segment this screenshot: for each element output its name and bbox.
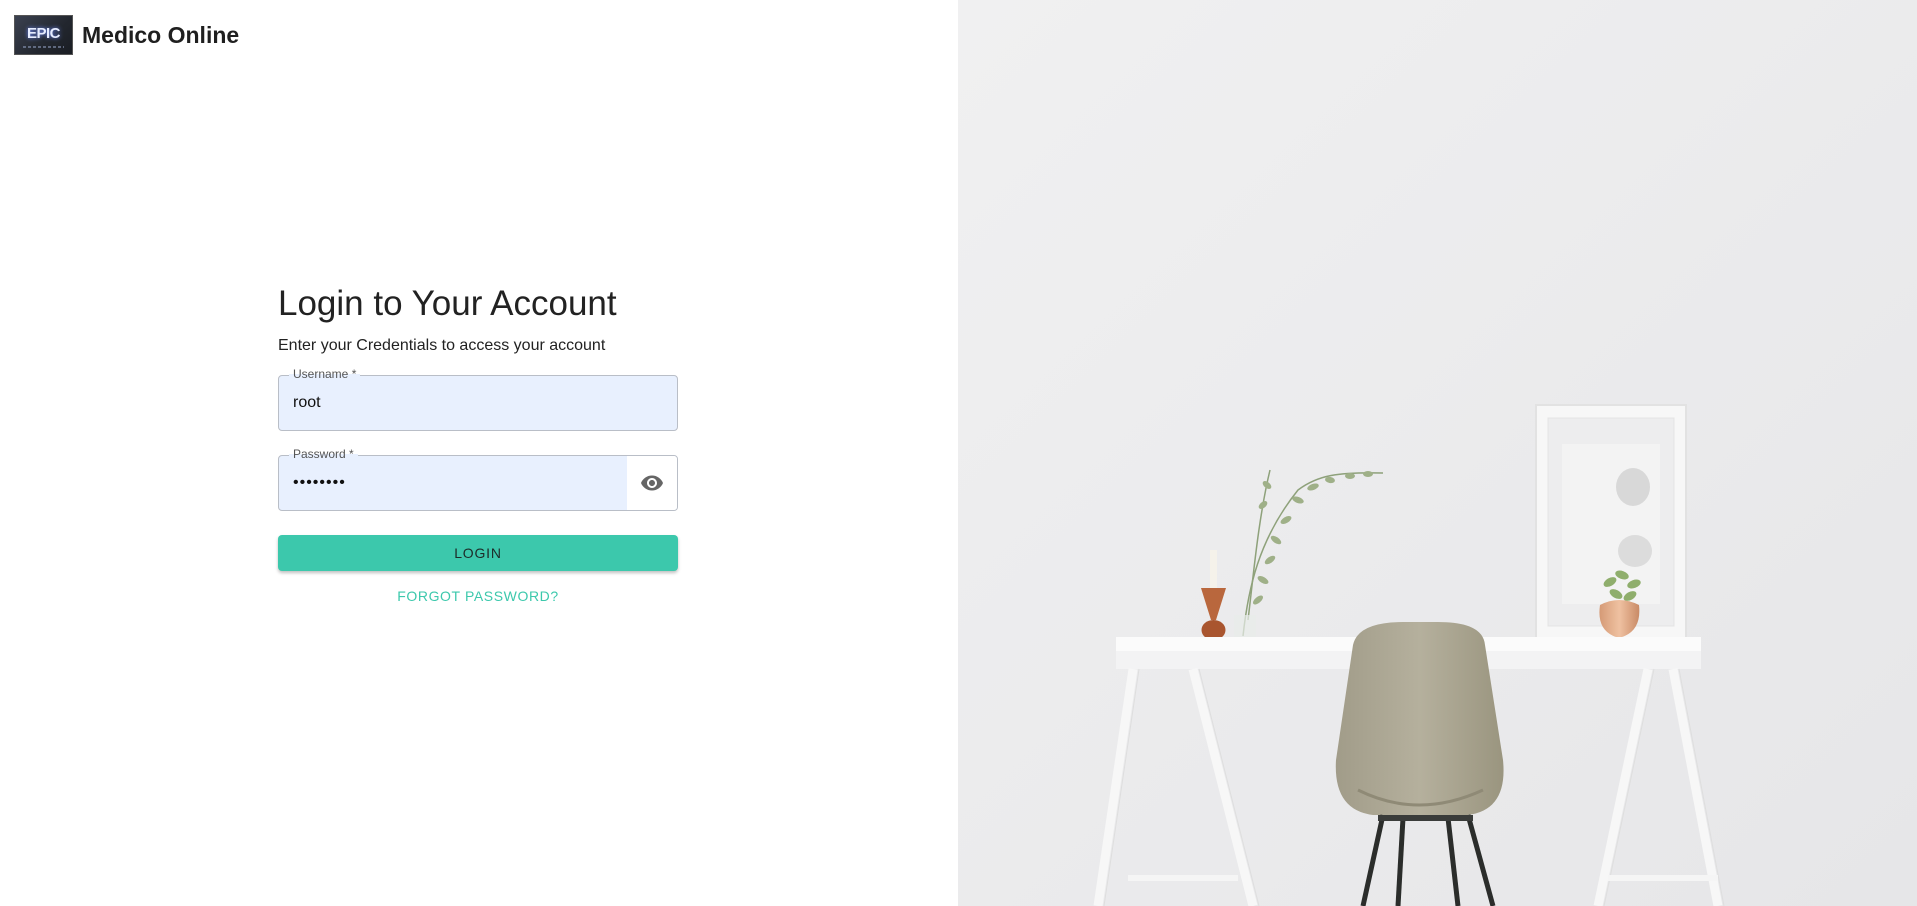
login-button[interactable]: LOGIN [278,535,678,571]
logo-text: EPIC [26,25,61,42]
eye-icon [641,475,663,491]
logo-decoration [23,46,64,48]
password-field: Password * [278,447,678,511]
password-input[interactable] [279,456,629,510]
username-input[interactable] [279,376,677,430]
page-subtitle: Enter your Credentials to access your ac… [278,337,606,354]
workspace-illustration [958,0,1917,906]
company-logo: EPIC [14,15,73,55]
brand-header: EPIC Medico Online [14,15,239,55]
password-visibility-toggle[interactable] [627,456,677,510]
login-form: Login to Your Account Enter your Credent… [278,282,678,604]
login-pane: EPIC Medico Online Login to Your Account… [0,0,958,906]
glass-vase [1234,615,1256,640]
app-name: Medico Online [82,21,240,48]
illustration-panel [958,0,1917,906]
page-title: Login to Your Account [278,284,617,323]
username-field: Username * [278,367,678,431]
forgot-password-link[interactable]: FORGOT PASSWORD? [278,588,678,604]
